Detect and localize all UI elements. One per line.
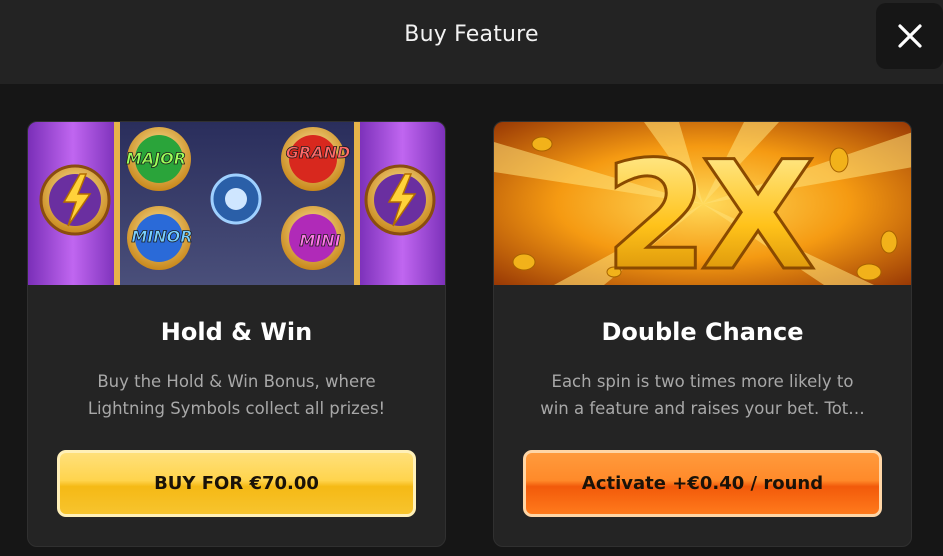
mini-label: MINI [299, 231, 340, 250]
hold-and-win-description: Buy the Hold & Win Bonus, where Lightnin… [64, 368, 409, 422]
close-icon [897, 24, 922, 48]
double-chance-description: Each spin is two times more likely to wi… [530, 368, 875, 422]
dialog-title: Buy Feature [404, 22, 539, 47]
major-label: MAJOR [126, 149, 186, 168]
buy-hold-and-win-button[interactable]: BUY FOR €70.00 [57, 450, 416, 517]
description-line: win a feature and raises your bet. Tot… [540, 399, 865, 418]
double-chance-banner: 2X [494, 122, 911, 285]
close-button[interactable] [876, 3, 943, 69]
description-line: Lightning Symbols collect all prizes! [87, 399, 386, 418]
hold-and-win-title: Hold & Win [160, 318, 313, 346]
double-chance-2x: 2X [604, 130, 813, 285]
double-chance-title: Double Chance [601, 318, 804, 346]
description-line: Each spin is two times more likely to [551, 372, 854, 391]
minor-label: MINOR [131, 227, 192, 246]
activate-double-chance-button[interactable]: Activate +€0.40 / round [523, 450, 882, 517]
description-line: Buy the Hold & Win Bonus, where [97, 372, 376, 391]
feature-card-hold-and-win: MAJOR GRAND MINOR MINI Hold & Win Buy th… [27, 121, 446, 547]
hold-and-win-banner: MAJOR GRAND MINOR MINI [28, 122, 445, 285]
feature-card-double-chance: 2X Double Chance Each spin is two times … [493, 121, 912, 547]
dialog-header: Buy Feature [0, 0, 943, 84]
grand-label: GRAND [286, 143, 351, 162]
